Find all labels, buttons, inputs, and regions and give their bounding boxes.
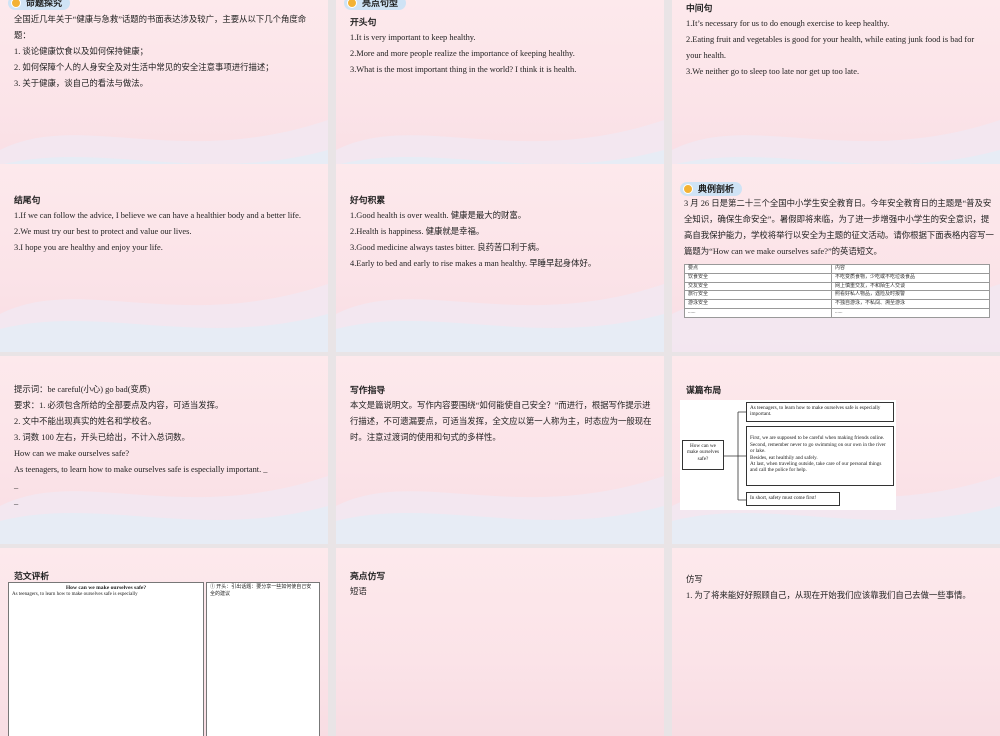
text-line: 短语 <box>350 587 367 596</box>
section-heading: 结尾句 <box>14 195 41 205</box>
conclusion-text: In short, safety must come first! <box>750 495 817 501</box>
body-box: First, we are supposed to be careful whe… <box>746 426 894 486</box>
text-line: 3.We neither go to sleep too late nor ge… <box>686 67 860 76</box>
table-cell: ...... <box>831 307 990 318</box>
section-heading: 写作指导 <box>350 385 386 395</box>
essay-text-box: How can we make ourselves safe? As teena… <box>8 582 204 736</box>
text-line: 3. 词数 100 左右，开头已给出，不计入总词数。 <box>14 433 190 442</box>
text-line: 1. 谈论健康饮食以及如何保持健康； <box>14 47 148 56</box>
slide-10[interactable]: 范文评析 How can we make ourselves safe? As … <box>0 548 328 736</box>
text-line: 1.It’s necessary for us to do enough exe… <box>686 19 890 28</box>
text-line: 2.Eating fruit and vegetables is good fo… <box>686 35 975 60</box>
section-heading: 亮点仿写 <box>350 571 386 581</box>
outline-diagram: How can we make ourselves safe? As teena… <box>680 400 896 510</box>
table-row: 要点 内容 <box>684 264 990 274</box>
slide-9[interactable]: 谋篇布局 How can we make ourselves safe? As … <box>672 356 1000 544</box>
slide-3[interactable]: 中间句 1.It’s necessary for us to do enough… <box>672 0 1000 188</box>
table-cell: 要点 <box>684 264 832 274</box>
center-question-box: How can we make ourselves safe? <box>682 440 724 470</box>
slide-1[interactable]: 命题探究 全国近几年关于“健康与急救”话题的书面表达涉及较广，主要从以下几个角度… <box>0 0 328 188</box>
text-line: 3.Good medicine always tastes bitter. 良药… <box>350 243 545 252</box>
slide-12[interactable]: 仿写 1. 为了将来能好好照顾自己，从现在开始我们应该靠我们自己去做一些事情。 <box>672 548 1000 736</box>
slide-8[interactable]: 写作指导 本文是篇说明文。写作内容要围绕“如何能使自己安全？”而进行，根据写作提… <box>336 356 664 544</box>
text-line: 1.If we can follow the advice, I believe… <box>14 211 301 220</box>
slide-4[interactable]: 结尾句 1.If we can follow the advice, I bel… <box>0 164 328 352</box>
slide-7[interactable]: 提示词：be careful(小心) go bad(变质) 要求：1. 必须包含… <box>0 356 328 544</box>
table-row: 旅行安全 照看好私人物品，遇险及时报警 <box>684 290 990 301</box>
text-line: 2.More and more people realize the impor… <box>350 49 575 58</box>
badge-label: 典例剖析 <box>680 182 743 196</box>
text-line: 4.Early to bed and early to rise makes a… <box>350 259 597 268</box>
text-line: 要求：1. 必须包含所给的全部要点及内容，可适当发挥。 <box>14 401 224 410</box>
section-heading: 仿写 <box>686 575 703 584</box>
table-cell: 旅行安全 <box>684 290 832 301</box>
slide-11[interactable]: 亮点仿写 短语 <box>336 548 664 736</box>
table-cell: 照看好私人物品，遇险及时报警 <box>831 290 990 301</box>
intro-box: As teenagers, to learn how to make ourse… <box>746 402 894 422</box>
text-line: 1. 为了将来能好好照顾自己，从现在开始我们应该靠我们自己去做一些事情。 <box>686 591 971 600</box>
table-row: 游泳安全 不独自游泳，不私闯、溯至游泳 <box>684 299 990 309</box>
table-cell: 不独自游泳，不私闯、溯至游泳 <box>831 299 990 309</box>
slide-6[interactable]: 典例剖析 3 月 26 日是第二十三个全国中小学生安全教育日。今年安全教育日的主… <box>672 164 1000 352</box>
center-question: How can we make ourselves safe? <box>686 443 720 462</box>
badge-label: 命题探究 <box>8 0 71 10</box>
essay-line: As teenagers, to learn how to make ourse… <box>12 592 138 597</box>
text-line: 2. 如何保障个人的人身安全及对生活中常见的安全注意事项进行描述； <box>14 63 274 72</box>
text-line: 2.Health is happiness. 健康就是幸福。 <box>350 227 485 236</box>
body-text: First, we are supposed to be careful whe… <box>750 435 886 474</box>
badge-label: 亮点句型 <box>344 0 407 10</box>
slide-5[interactable]: 好句积累 1.Good health is over wealth. 健康是最大… <box>336 164 664 352</box>
section-heading: 谋篇布局 <box>686 385 722 395</box>
table-row: 饮食安全 不吃变质食物，少吃或不吃垃圾食品 <box>684 272 990 283</box>
text-line: 1.It is very important to keep healthy. <box>350 33 476 42</box>
text-line: _ <box>14 481 19 490</box>
section-heading: 开头句 <box>350 17 377 27</box>
table-row: 交友安全 网上慎重交友，不和陌生人交谈 <box>684 281 990 292</box>
table-cell: 内容 <box>831 264 990 274</box>
summary-table: 要点 内容 饮食安全 不吃变质食物，少吃或不吃垃圾食品 交友安全 网上慎重交友，不和陌… <box>684 264 990 318</box>
text-line: As teenagers, to learn how to make ourse… <box>14 465 268 474</box>
section-heading: 中间句 <box>686 3 713 13</box>
text-line: How can we make ourselves safe? <box>14 449 130 458</box>
table-cell: 不吃变质食物，少吃或不吃垃圾食品 <box>831 272 990 283</box>
text-line: 2.We must try our best to protect and va… <box>14 227 192 236</box>
text-line: 3. 关于健康，谈自己的看法与做法。 <box>14 79 148 88</box>
text-line: 提示词：be careful(小心) go bad(变质) <box>14 385 151 394</box>
text-line: 1.Good health is over wealth. 健康是最大的财富。 <box>350 211 527 220</box>
text-line: _ <box>14 497 19 506</box>
conclusion-box: In short, safety must come first! <box>746 492 840 506</box>
text-paragraph: 本文是篇说明文。写作内容要围绕“如何能使自己安全？”而进行，根据写作提示进行描述… <box>350 401 652 442</box>
essay-panel: How can we make ourselves safe? As teena… <box>8 582 320 736</box>
text-line: 2. 文中不能出现真实的姓名和学校名。 <box>14 417 157 426</box>
intro-text: As teenagers, to learn how to make ourse… <box>750 405 881 418</box>
essay-note: ① 开头：引出话题：要分享一些如何使自己安全的建议 <box>210 585 312 597</box>
table-row: ............ <box>684 307 990 318</box>
text-line: 全国近几年关于“健康与急救”话题的书面表达涉及较广，主要从以下几个角度命题： <box>14 15 307 40</box>
table-cell: 游泳安全 <box>684 299 832 309</box>
text-paragraph: 3 月 26 日是第二十三个全国中小学生安全教育日。今年安全教育日的主题是“普及… <box>684 199 994 256</box>
section-heading: 好句积累 <box>350 195 386 205</box>
essay-note-box: ① 开头：引出话题：要分享一些如何使自己安全的建议 <box>206 582 320 736</box>
table-cell: 网上慎重交友，不和陌生人交谈 <box>831 281 990 292</box>
text-line: 3.What is the most important thing in th… <box>350 65 577 74</box>
table-cell: 交友安全 <box>684 281 832 292</box>
table-cell: ...... <box>684 307 832 318</box>
slide-2[interactable]: 亮点句型 开头句 1.It is very important to keep … <box>336 0 664 188</box>
table-cell: 饮食安全 <box>684 272 832 283</box>
text-line: 3.I hope you are healthy and enjoy your … <box>14 243 163 252</box>
